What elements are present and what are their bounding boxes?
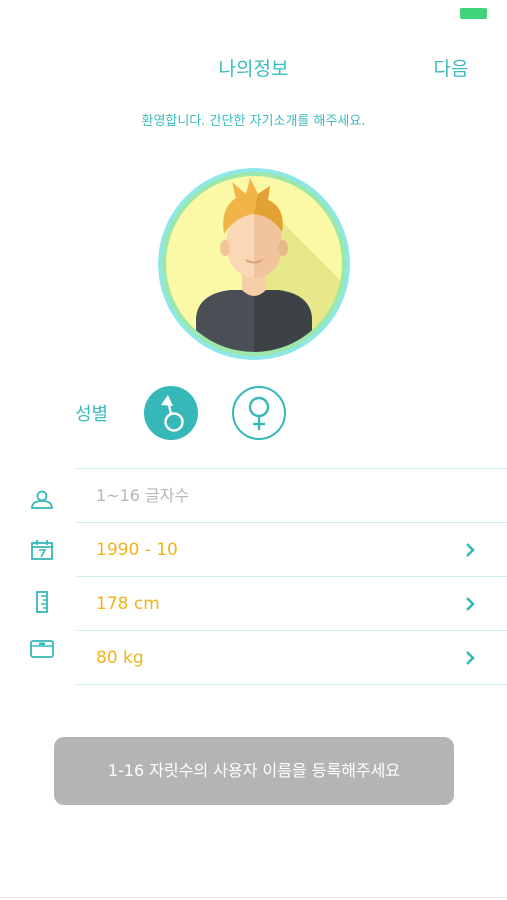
ruler-icon: [36, 591, 48, 613]
next-button[interactable]: 다음: [426, 54, 476, 81]
divider: [76, 684, 507, 685]
calendar-icon: [31, 540, 53, 560]
gender-label: 성별: [75, 404, 109, 425]
divider: [76, 468, 507, 469]
nickname-input[interactable]: [96, 482, 476, 508]
divider: [0, 897, 507, 898]
gender-male-button[interactable]: [144, 386, 198, 440]
toast-message: 1-16 자릿수의 사용자 이름을 등록해주세요: [54, 737, 454, 805]
male-avatar-illustration: [158, 168, 350, 360]
user-icon: [31, 490, 53, 509]
chevron-right-icon: [466, 543, 475, 557]
gender-female-button[interactable]: [232, 386, 286, 440]
birth-value: 1990 - 10: [96, 540, 178, 560]
chevron-right-icon: [466, 651, 475, 665]
height-value: 178 cm: [96, 594, 160, 614]
chevron-right-icon: [466, 597, 475, 611]
male-symbol-icon: [161, 395, 184, 432]
profile-setup-screen: 나의정보 다음 환영합니다. 간단한 자기소개를 해주세요. 성별 1~16 글…: [0, 0, 507, 900]
female-symbol-icon: [248, 396, 270, 430]
welcome-message: 환영합니다. 간단한 자기소개를 해주세요.: [141, 114, 366, 129]
weight-value: 80 kg: [96, 648, 144, 668]
avatar[interactable]: [158, 168, 350, 360]
scale-icon: [30, 640, 54, 658]
battery-icon: [460, 8, 487, 19]
